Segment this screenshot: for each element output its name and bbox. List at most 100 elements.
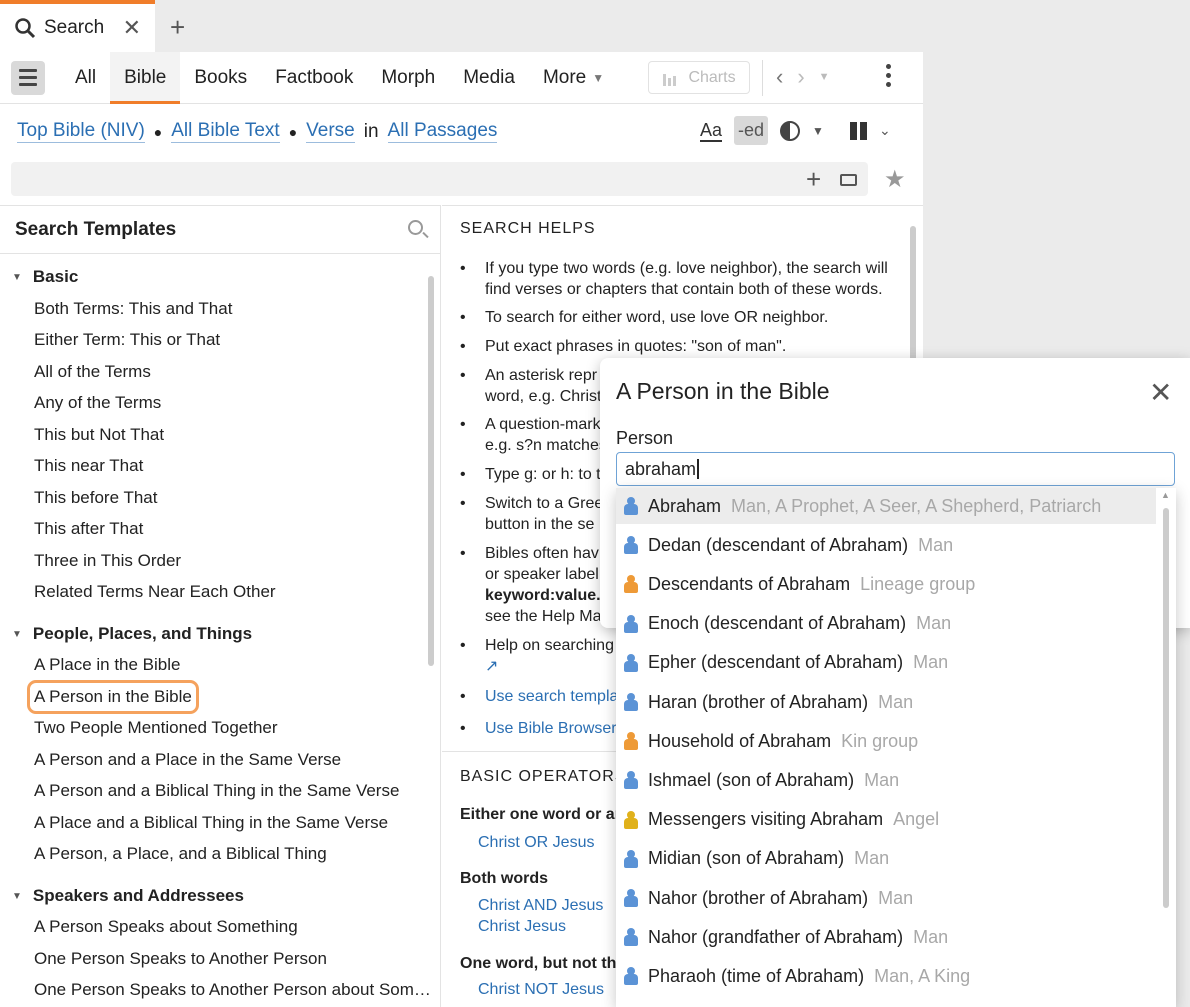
option-name: Epher (descendant of Abraham) <box>648 652 904 673</box>
scroll-up-icon[interactable]: ▲ <box>1161 490 1170 500</box>
charts-button[interactable]: Charts <box>648 61 750 94</box>
template-item[interactable]: Related Terms Near Each Other <box>34 582 276 602</box>
operator-example[interactable]: Christ OR Jesus <box>478 834 594 852</box>
back-arrow-icon[interactable]: ‹ <box>776 64 783 90</box>
group-people-places-things[interactable]: ▼ People, Places, and Things <box>12 624 252 644</box>
help-item: Put exact phrases in quotes: "son of man… <box>460 336 914 357</box>
autocomplete-scrollbar[interactable] <box>1163 508 1169 908</box>
autocomplete-option[interactable]: Nahor (grandfather of Abraham) Man <box>616 919 1156 955</box>
autocomplete-option[interactable]: Nahor (brother of Abraham) Man <box>616 880 1156 916</box>
option-name: Haran (brother of Abraham) <box>648 691 869 712</box>
add-icon[interactable]: + <box>806 166 821 192</box>
option-type: Lineage group <box>860 573 976 594</box>
tab-all[interactable]: All <box>75 52 110 104</box>
bible-selector[interactable]: Top Bible (NIV) <box>17 120 145 143</box>
group-speakers-addressees[interactable]: ▼ Speakers and Addressees <box>12 886 244 906</box>
option-name: Household of Abraham <box>648 730 832 751</box>
visual-filter-icon[interactable] <box>780 120 801 141</box>
operator-example[interactable]: Christ Jesus <box>478 918 566 936</box>
option-type: Man <box>916 613 952 634</box>
autocomplete-option[interactable]: Abraham Man, A Prophet, A Seer, A Shepher… <box>616 488 1156 524</box>
template-item[interactable]: Either Term: This or That <box>34 330 220 350</box>
search-toolbar: All Bible Books Factbook Morph Media Mor… <box>0 51 923 104</box>
tab-factbook[interactable]: Factbook <box>261 52 367 104</box>
autocomplete-option[interactable]: Midian (son of Abraham) Man <box>616 841 1156 877</box>
option-type: Man <box>864 769 900 790</box>
chevron-down-icon[interactable]: ⌄ <box>879 122 891 139</box>
search-icon[interactable] <box>408 220 423 235</box>
tab-books[interactable]: Books <box>180 52 261 104</box>
autocomplete-option[interactable]: Pharaoh (time of Abraham) Man, A King <box>616 958 1156 994</box>
search-tab[interactable]: Search ✕ <box>0 0 155 52</box>
person-icon <box>624 967 638 986</box>
template-item[interactable]: A Place in the Bible <box>34 655 180 675</box>
star-icon[interactable]: ★ <box>884 165 906 194</box>
group-icon <box>624 732 638 751</box>
range-selector[interactable]: All Passages <box>387 120 498 143</box>
template-item[interactable]: This near That <box>34 456 143 476</box>
text-style-button[interactable]: Aa <box>700 120 723 142</box>
autocomplete-option[interactable]: Household of Abraham Kin group <box>616 723 1156 759</box>
person-icon <box>624 693 638 711</box>
separator-dot: ● <box>288 123 298 140</box>
option-type: Man <box>854 848 890 869</box>
search-scope: Top Bible (NIV) ● All Bible Text ● Verse… <box>17 120 498 143</box>
template-item[interactable]: Two People Mentioned Together <box>34 718 278 738</box>
option-type: Angel <box>893 809 940 830</box>
person-input[interactable]: abraham <box>616 452 1175 486</box>
tab-bible[interactable]: Bible <box>110 51 181 104</box>
template-item[interactable]: Any of the Terms <box>34 393 161 413</box>
template-item[interactable]: A Person and a Biblical Thing in the Sam… <box>34 781 399 801</box>
close-tab-icon[interactable]: ✕ <box>123 15 141 41</box>
close-icon[interactable]: ✕ <box>1149 376 1172 409</box>
template-item[interactable]: One Person Speaks to Another Person abou… <box>34 980 431 1000</box>
template-item[interactable]: A Person, a Place, and a Biblical Thing <box>34 844 327 864</box>
text-selector[interactable]: All Bible Text <box>171 120 280 143</box>
history-dropdown-icon[interactable]: ▼ <box>819 71 830 83</box>
template-item[interactable]: This before That <box>34 488 157 508</box>
template-item[interactable]: A Person and a Place in the Same Verse <box>34 750 341 770</box>
forward-arrow-icon[interactable]: › <box>797 64 804 90</box>
panel-menu-button[interactable] <box>11 60 45 95</box>
template-item[interactable]: This after That <box>34 519 143 539</box>
template-item[interactable]: A Person Speaks about Something <box>34 917 298 937</box>
toolbar-divider <box>762 60 763 96</box>
new-tab-button[interactable]: + <box>170 12 185 43</box>
operator-example[interactable]: Christ AND Jesus <box>478 897 603 915</box>
autocomplete-option[interactable]: Messengers visiting Abraham Angel <box>616 802 1156 838</box>
option-name: Pharaoh (time of Abraham) <box>648 965 865 986</box>
columns-icon[interactable] <box>849 121 867 140</box>
operator-example[interactable]: Christ NOT Jesus <box>478 981 604 999</box>
autocomplete-option[interactable]: Haran (brother of Abraham) Man <box>616 684 1156 720</box>
group-label: People, Places, and Things <box>32 624 253 643</box>
autocomplete-option[interactable]: Enoch (descendant of Abraham) Man <box>616 606 1156 642</box>
autocomplete-option[interactable]: Descendants of Abraham Lineage group <box>616 566 1156 602</box>
templates-scrollbar[interactable] <box>428 276 434 666</box>
chevron-down-icon[interactable]: ▼ <box>812 124 824 138</box>
option-name: Dedan (descendant of Abraham) <box>648 534 909 555</box>
inflected-forms-button[interactable]: -ed <box>734 116 769 145</box>
template-item-selected[interactable]: A Person in the Bible <box>27 680 199 714</box>
more-options-icon[interactable] <box>886 64 891 87</box>
tab-morph[interactable]: Morph <box>367 52 449 104</box>
template-item[interactable]: Both Terms: This and That <box>34 299 232 319</box>
tab-more[interactable]: More ▼ <box>529 52 618 104</box>
template-item[interactable]: One Person Speaks to Another Person <box>34 949 327 969</box>
search-input[interactable] <box>11 162 868 196</box>
autocomplete-option[interactable]: Ishmael (son of Abraham) Man <box>616 762 1156 798</box>
autocomplete-option[interactable]: Dedan (descendant of Abraham) Man <box>616 527 1156 563</box>
template-item[interactable]: A Place and a Biblical Thing in the Same… <box>34 813 388 833</box>
unit-selector[interactable]: Verse <box>306 120 355 143</box>
group-icon <box>624 575 638 594</box>
template-item[interactable]: Three in This Order <box>34 551 181 571</box>
operator-title: One word, but not th <box>460 955 617 972</box>
tab-media[interactable]: Media <box>449 52 529 104</box>
keyboard-icon[interactable] <box>840 174 857 186</box>
autocomplete-option[interactable]: Epher (descendant of Abraham) Man <box>616 645 1156 681</box>
template-item[interactable]: All of the Terms <box>34 362 151 382</box>
option-type: Man <box>878 887 914 908</box>
group-label: Basic <box>32 267 79 286</box>
template-item[interactable]: This but Not That <box>34 425 164 445</box>
group-basic[interactable]: ▼ Basic <box>12 267 78 287</box>
person-icon <box>624 928 638 947</box>
